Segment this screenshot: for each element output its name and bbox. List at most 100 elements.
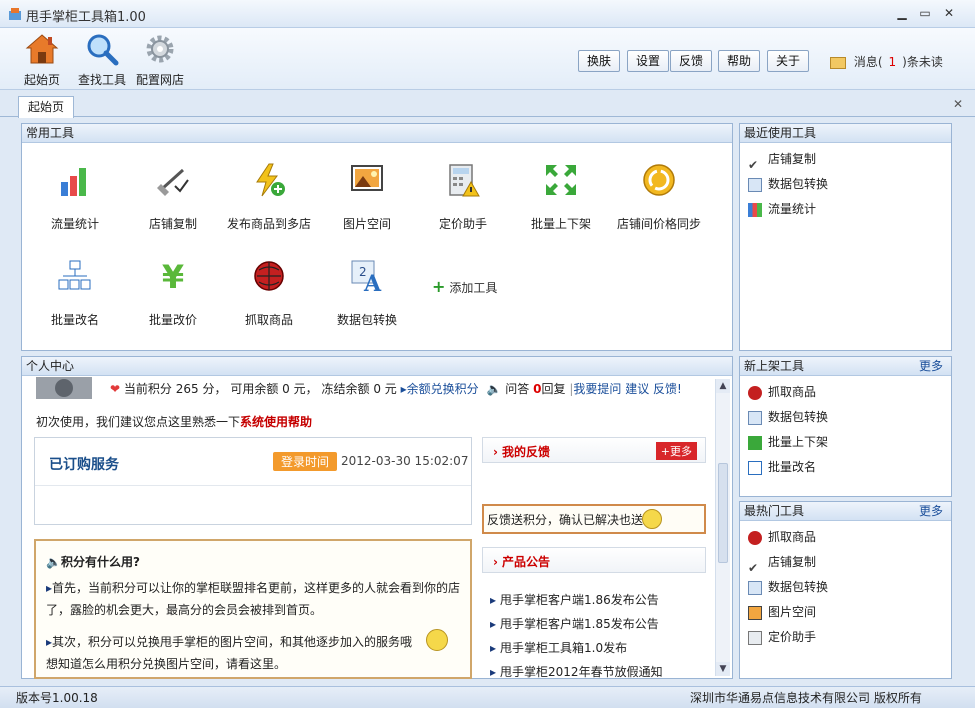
tab-bar: 起始页 ✕ [0, 91, 975, 118]
close-icon[interactable]: ✕ [940, 6, 958, 22]
login-time-badge: 登录时间 [273, 452, 338, 471]
spider-icon [254, 261, 284, 291]
msg-suffix: )条未读 [902, 55, 943, 69]
hot-tool-item[interactable]: 抓取商品 [748, 525, 943, 550]
message-indicator[interactable]: 消息(1)条未读 [830, 53, 943, 70]
new-tools-title: 新上架工具 更多 [740, 357, 951, 376]
tool-pricing-assistant[interactable]: 定价助手 [416, 162, 510, 232]
skin-button[interactable]: 换肤 [578, 50, 621, 72]
new-tools-more-link[interactable]: 更多 [919, 357, 943, 375]
tool-grab-products[interactable]: 抓取商品 [222, 258, 316, 328]
home-label: 起始页 [23, 73, 60, 87]
hot-tool-item[interactable]: ✔ 店铺复制 [748, 550, 943, 575]
recent-tools-title: 最近使用工具 [740, 124, 951, 143]
expand-arrows-icon [546, 165, 576, 195]
login-time: 2012-03-30 15:02:07 [341, 454, 469, 468]
hot-tools-more-link[interactable]: 更多 [919, 502, 943, 520]
recent-item[interactable]: 数据包转换 [748, 172, 943, 197]
new-tool-item[interactable]: 抓取商品 [748, 380, 943, 405]
announcement-item[interactable]: 甩手掌柜客户端1.86发布公告 [490, 591, 659, 608]
tool-price-sync[interactable]: 店铺间价格同步 [612, 162, 706, 232]
about-button[interactable]: 关于 [767, 50, 810, 72]
yen-icon: ¥ [162, 258, 184, 296]
version-label: 版本号1.00.18 [16, 691, 98, 705]
tool-batch-shelf[interactable]: 批量上下架 [514, 162, 608, 232]
hot-tool-item[interactable]: 定价助手 [748, 625, 943, 650]
announcement-item[interactable]: 甩手掌柜工具箱1.0发布 [490, 639, 627, 656]
suggest-link[interactable]: 我要提问 建议 反馈! [573, 382, 681, 396]
avatar [36, 377, 92, 399]
tool-batch-reprice[interactable]: ¥ 批量改价 [126, 258, 220, 328]
heart-icon: ❤ [110, 382, 121, 396]
hot-tool-item[interactable]: 数据包转换 [748, 575, 943, 600]
new-tools-panel: 新上架工具 更多 抓取商品 数据包转换 批量上下架 批量改名 [739, 356, 952, 497]
announcement-item[interactable]: 甩手掌柜2012年春节放假通知 [490, 663, 663, 680]
scroll-up-icon[interactable]: ▲ [716, 379, 730, 393]
subscribed-service-box: 已订购服务 登录时间 2012-03-30 15:02:07 [34, 437, 472, 525]
tool-datapack-convert[interactable]: 2 A 数据包转换 [320, 258, 414, 328]
available-balance: 0 [282, 382, 290, 396]
calculator-warning-icon [449, 164, 480, 197]
cool-face-icon [426, 629, 448, 651]
common-tools-title: 常用工具 [22, 124, 732, 143]
translate-icon [748, 580, 762, 595]
home-button[interactable]: 起始页 [22, 32, 62, 88]
tool-copy-shop[interactable]: 店铺复制 [126, 162, 220, 232]
service-title: 已订购服务 [49, 457, 119, 473]
points-usage-p2: ▸其次，积分可以兑换甩手掌柜的图片空间，和其他逐步加入的服务哦 [46, 635, 413, 649]
maximize-icon[interactable]: ▭ [916, 6, 934, 22]
minimize-icon[interactable]: ▁ [893, 6, 911, 22]
tool-publish-multi-shop[interactable]: 发布商品到多店 [222, 162, 316, 232]
new-tool-item[interactable]: 数据包转换 [748, 405, 943, 430]
scroll-thumb[interactable] [718, 463, 728, 563]
tool-batch-rename[interactable]: 批量改名 [28, 258, 122, 328]
gear-icon [146, 35, 174, 63]
recent-item[interactable]: 流量统计 [748, 197, 943, 222]
personal-center-scrollbar[interactable]: ▲ ▼ [715, 379, 730, 676]
title-bar: 甩手掌柜工具箱1.00 ▁ ▭ ✕ [0, 0, 975, 28]
tool-traffic-stats[interactable]: 流量统计 [28, 162, 122, 232]
plus-icon: + [432, 277, 446, 296]
first-use-hint: 初次使用，我们建议您点这里熟悉一下系统使用帮助 [36, 415, 313, 429]
picture-icon [748, 605, 762, 620]
settings-button[interactable]: 设置 [627, 50, 670, 72]
find-label: 查找工具 [77, 73, 126, 87]
help-guide-link[interactable]: 系统使用帮助 [240, 415, 312, 429]
new-tool-item[interactable]: 批量改名 [748, 455, 943, 480]
new-tool-item[interactable]: 批量上下架 [748, 430, 943, 455]
add-tool-button[interactable]: + 添加工具 [432, 277, 497, 296]
tab-start-page[interactable]: 起始页 [18, 96, 74, 118]
scroll-down-icon[interactable]: ▼ [716, 662, 730, 676]
broom-check-icon: ✔ [748, 157, 759, 172]
points-value: 265 [175, 382, 199, 396]
announcement-item[interactable]: 甩手掌柜客户端1.85发布公告 [490, 615, 659, 632]
hot-tools-panel: 最热门工具 更多 抓取商品 ✔ 店铺复制 数据包转换 图片空间 定价助手 [739, 501, 952, 679]
personal-center-title: 个人中心 [22, 357, 732, 376]
translate-icon: 2 A [351, 260, 382, 297]
speaker-icon: 🔈 [46, 555, 61, 569]
help-button[interactable]: 帮助 [718, 50, 761, 72]
bar-chart-icon [61, 168, 86, 196]
qa-link[interactable]: 问答 [505, 382, 529, 396]
tab-close-icon[interactable]: ✕ [953, 97, 963, 111]
reply-link[interactable]: 回复 [541, 382, 565, 396]
feedback-more-button[interactable]: +更多 [655, 442, 697, 460]
tool-picture-space[interactable]: 图片空间 [320, 162, 414, 232]
recent-item[interactable]: ✔ 店铺复制 [748, 147, 943, 172]
hot-tool-item[interactable]: 图片空间 [748, 600, 943, 625]
broom-check-icon: ✔ [748, 560, 759, 575]
announcements-title: › 产品公告 [493, 555, 550, 569]
smile-icon [642, 509, 662, 529]
feedback-button[interactable]: 反馈 [670, 50, 713, 72]
common-tools-panel: 常用工具 流量统计 店铺复制 发布商品到多店 图片空间 定价助手 批量上下架 店… [21, 123, 733, 351]
spider-icon [748, 385, 762, 400]
config-shop-button[interactable]: 配置网店 [134, 32, 186, 88]
spider-icon [748, 530, 762, 545]
svg-text:A: A [363, 271, 382, 294]
points-exchange-link[interactable]: 想知道怎么用积分兑换图片空间，请看这里。 [46, 655, 286, 672]
msg-prefix: 消息( [853, 55, 883, 69]
exchange-points-link[interactable]: 余额兑换积分 [407, 382, 479, 396]
find-tool-button[interactable]: 查找工具 [76, 32, 128, 88]
feedback-note: 反馈送积分，确认已解决也送 [482, 504, 706, 534]
feedback-title: › 我的反馈 [493, 445, 550, 459]
